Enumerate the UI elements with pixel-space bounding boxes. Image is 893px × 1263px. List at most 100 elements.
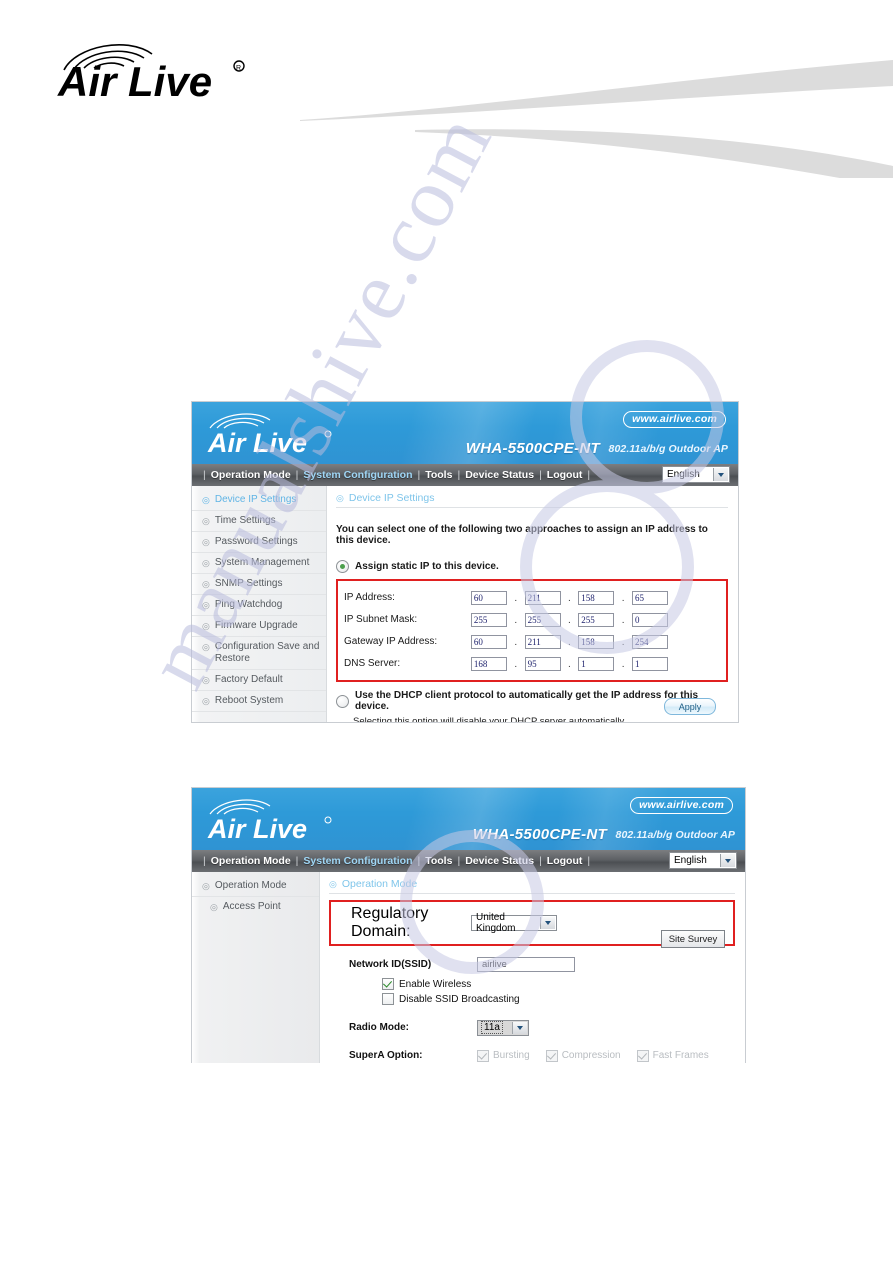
sidebar-item-ping-watchdog[interactable]: ◎ Ping Watchdog xyxy=(192,595,326,616)
device-ip-settings-panel: Air Live www.airlive.com WHA-5500CPE-NT … xyxy=(191,401,739,723)
dns-server-octet-3[interactable]: 1 xyxy=(578,657,615,671)
sidebar-item-firmware-upgrade[interactable]: ◎ Firmware Upgrade xyxy=(192,616,326,637)
disable-ssid-broadcasting-checkbox[interactable] xyxy=(382,993,394,1005)
radio-mode-select[interactable]: 11a xyxy=(477,1019,529,1036)
nav-item-device-status[interactable]: Device Status xyxy=(465,855,534,867)
nav-separator: | xyxy=(203,469,206,481)
dns-server-octet-4[interactable]: 1 xyxy=(631,657,668,671)
gateway-octet-4[interactable]: 254 xyxy=(631,635,668,649)
chevron-down-icon xyxy=(512,1021,527,1034)
banner-swoosh-decoration xyxy=(300,60,893,178)
svg-text:Air Live: Air Live xyxy=(57,58,212,100)
nav-item-system-configuration[interactable]: System Configuration xyxy=(303,469,412,481)
sidebar-item-factory-default[interactable]: ◎ Factory Default xyxy=(192,670,326,691)
nav-item-tools[interactable]: Tools xyxy=(425,469,452,481)
regulatory-domain-label: Regulatory Domain: xyxy=(351,905,429,940)
table-row: DNS Server: 168 . 95 . 1 . 1 xyxy=(344,652,718,674)
fast-frames-checkbox xyxy=(636,1049,649,1062)
sidebar-item-time-settings[interactable]: ◎ Time Settings xyxy=(192,511,326,532)
sidebar-item-device-ip-settings[interactable]: ◎ Device IP Settings xyxy=(192,490,326,511)
sidebar-item-operation-mode[interactable]: ◎ Operation Mode xyxy=(192,876,319,897)
svg-text:R: R xyxy=(236,65,241,72)
airlive-header-logo: Air Live xyxy=(207,413,332,458)
dns-server-octet-2[interactable]: 95 xyxy=(524,657,561,671)
content-title: ◎ Operation Mode xyxy=(329,878,735,894)
device-model-label: WHA-5500CPE-NT xyxy=(465,440,600,457)
content-title-label: Operation Mode xyxy=(341,878,418,890)
gateway-octet-3[interactable]: 158 xyxy=(578,635,615,649)
nav-separator: | xyxy=(417,469,421,481)
nav-separator: | xyxy=(587,469,591,481)
content-title: ◎ Device IP Settings xyxy=(336,492,728,508)
ssid-row: Network ID(SSID) airlive xyxy=(329,954,735,975)
ssid-input[interactable]: airlive xyxy=(477,957,575,972)
enable-wireless-checkbox[interactable] xyxy=(382,978,394,990)
ip-address-octet-3[interactable]: 158 xyxy=(578,591,615,605)
router-header: Air Live www.airlive.com WHA-5500CPE-NT … xyxy=(192,788,745,850)
operation-mode-form: Regulatory Domain: United Kingdom Networ… xyxy=(329,900,735,1063)
gateway-octet-2[interactable]: 211 xyxy=(524,635,561,649)
sidebar-item-label: Operation Mode xyxy=(214,880,287,891)
nav-separator: | xyxy=(203,855,206,867)
disable-ssid-broadcasting-label: Disable SSID Broadcasting xyxy=(399,993,520,1005)
sidebar-item-label: Device IP Settings xyxy=(214,494,297,505)
subnet-mask-octet-3[interactable]: 255 xyxy=(578,613,615,627)
radio-mode-row: Radio Mode: 11a xyxy=(329,1017,735,1038)
nav-item-logout[interactable]: Logout xyxy=(547,469,583,481)
static-ip-option-row[interactable]: Assign static IP to this device. xyxy=(336,560,728,573)
table-row: Gateway IP Address: 60 . 211 . 158 . 254 xyxy=(344,630,718,652)
bullet-icon: ◎ xyxy=(329,878,337,889)
dns-server-octet-1[interactable]: 168 xyxy=(470,657,507,671)
nav-item-logout[interactable]: Logout xyxy=(547,855,583,867)
language-select[interactable]: English xyxy=(669,852,737,869)
airlive-header-logo: Air Live xyxy=(207,799,332,844)
chevron-down-icon xyxy=(720,854,735,867)
dhcp-radio[interactable] xyxy=(336,694,349,708)
nav-item-system-configuration[interactable]: System Configuration xyxy=(303,855,412,867)
gateway-octet-1[interactable]: 60 xyxy=(470,635,507,649)
super-a-option-group: Bursting Compression Fast Frames xyxy=(477,1049,709,1062)
ip-address-octet-2[interactable]: 211 xyxy=(524,591,561,605)
enable-wireless-row[interactable]: Enable Wireless xyxy=(382,978,735,990)
ip-address-label: IP Address: xyxy=(344,591,395,603)
nav-separator: | xyxy=(457,469,461,481)
airlive-url-badge[interactable]: www.airlive.com xyxy=(630,797,733,814)
nav-separator: | xyxy=(587,855,591,867)
regulatory-domain-select[interactable]: United Kingdom xyxy=(471,912,557,934)
compression-label: Compression xyxy=(561,1050,621,1061)
airlive-url-badge[interactable]: www.airlive.com xyxy=(623,411,726,428)
language-select[interactable]: English xyxy=(662,466,730,483)
site-survey-button[interactable]: Site Survey xyxy=(661,930,725,948)
gateway-label: Gateway IP Address: xyxy=(344,635,438,647)
apply-button[interactable]: Apply xyxy=(664,698,716,715)
sidebar-item-reboot-system[interactable]: ◎ Reboot System xyxy=(192,691,326,712)
content-title-label: Device IP Settings xyxy=(348,492,435,504)
panel-body: ◎ Device IP Settings ◎ Time Settings ◎ P… xyxy=(192,486,738,722)
enable-wireless-label: Enable Wireless xyxy=(399,978,472,990)
static-ip-radio[interactable] xyxy=(336,560,349,573)
nav-item-operation-mode[interactable]: Operation Mode xyxy=(211,855,291,867)
nav-item-device-status[interactable]: Device Status xyxy=(465,469,534,481)
disable-ssid-broadcasting-row[interactable]: Disable SSID Broadcasting xyxy=(382,993,735,1005)
radio-mode-label: Radio Mode: xyxy=(349,1022,409,1033)
subnet-mask-octet-1[interactable]: 255 xyxy=(470,613,507,627)
sidebar-item-label: System Management xyxy=(214,557,310,568)
nav-item-operation-mode[interactable]: Operation Mode xyxy=(211,469,291,481)
bullet-icon: ◎ xyxy=(202,881,210,891)
sidebar-item-access-point[interactable]: ◎ Access Point xyxy=(192,897,319,917)
sidebar-item-label: Factory Default xyxy=(214,674,283,685)
radio-mode-value: 11a xyxy=(481,1021,503,1034)
ssid-label: Network ID(SSID) xyxy=(349,959,432,970)
nav-item-tools[interactable]: Tools xyxy=(425,855,452,867)
subnet-mask-octet-4[interactable]: 0 xyxy=(631,613,668,627)
nav-separator: | xyxy=(457,855,461,867)
chevron-down-icon xyxy=(713,468,728,481)
nav-separator: | xyxy=(539,855,542,867)
ip-address-octet-1[interactable]: 60 xyxy=(470,591,507,605)
sidebar-item-configuration-save-and-restore[interactable]: ◎ Configuration Save and Restore xyxy=(192,637,326,670)
sidebar-item-password-settings[interactable]: ◎ Password Settings xyxy=(192,532,326,553)
sidebar-item-system-management[interactable]: ◎ System Management xyxy=(192,553,326,574)
sidebar-item-snmp-settings[interactable]: ◎ SNMP Settings xyxy=(192,574,326,595)
ip-address-octet-4[interactable]: 65 xyxy=(631,591,668,605)
subnet-mask-octet-2[interactable]: 255 xyxy=(524,613,561,627)
